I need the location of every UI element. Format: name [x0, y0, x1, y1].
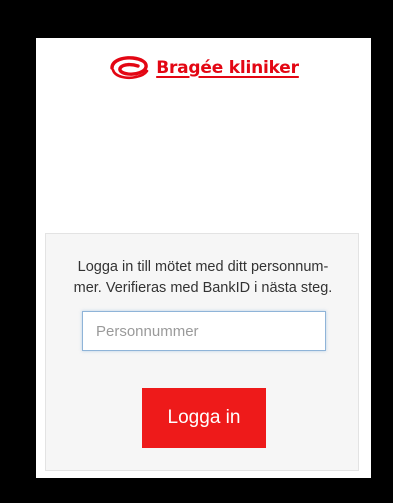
personnummer-input[interactable] — [82, 311, 326, 351]
login-button[interactable]: Logga in — [142, 388, 266, 448]
login-instructions-line-1: Logga in till mötet med ditt personnum- — [77, 259, 329, 275]
brand-logo[interactable]: Bragée kliniker — [36, 52, 371, 84]
bragee-swirl-logo-icon — [110, 56, 149, 80]
brand-name: Bragée kliniker — [156, 58, 299, 78]
app-screen: Bragée kliniker Logga in till mötet med … — [36, 38, 371, 478]
login-instructions: Logga in till mötet med ditt personnum-m… — [52, 257, 354, 299]
login-panel: Logga in till mötet med ditt personnum-m… — [45, 233, 359, 471]
login-instructions-line-2: mer. Verifieras med BankID i nästa steg. — [73, 280, 333, 296]
